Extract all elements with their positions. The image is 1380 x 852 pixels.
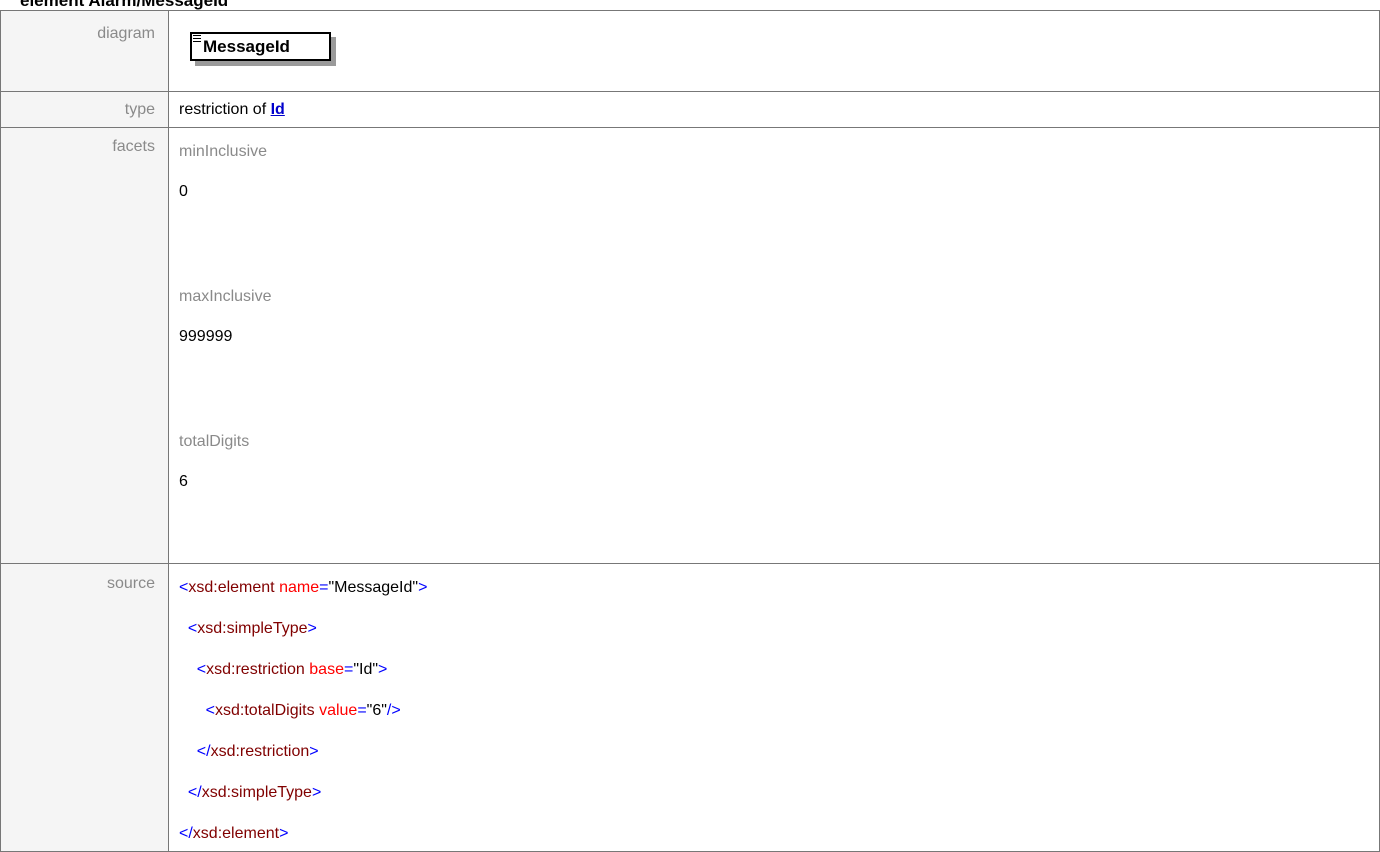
type-text: restriction of: [179, 101, 271, 118]
xml-attribute-name: base: [309, 661, 344, 678]
facets-label: facets: [0, 127, 169, 564]
source-line: </xsd:element>: [179, 810, 1379, 851]
source-row: source <xsd:element name="MessageId"> <x…: [0, 563, 1380, 852]
source-line: <xsd:element name="MessageId">: [179, 564, 1379, 605]
xml-bracket: </: [187, 784, 202, 801]
type-link[interactable]: Id: [271, 101, 285, 118]
xml-bracket: <: [179, 579, 189, 596]
xml-bracket: >: [311, 784, 322, 801]
page-title-prefix: element: [20, 0, 89, 10]
source-line: <xsd:simpleType>: [179, 605, 1379, 646]
element-box-name: MessageId: [203, 37, 290, 56]
xml-tag-name: xsd:totalDigits: [215, 702, 315, 719]
xml-bracket: <: [205, 702, 216, 719]
facet-value: 6: [179, 473, 188, 490]
facet-item: maxInclusive 999999: [179, 288, 1379, 418]
xml-equals: =: [343, 661, 354, 678]
xml-attribute-value: "MessageId": [328, 579, 419, 596]
xml-attribute-name: value: [319, 702, 358, 719]
facets-cell: minInclusive 0 maxInclusive 999999 total…: [168, 127, 1380, 564]
xml-attribute-value: "6": [366, 702, 387, 719]
xml-bracket: <: [196, 661, 207, 678]
facet-item: totalDigits 6: [179, 433, 1379, 563]
xml-bracket: </: [196, 743, 211, 760]
xml-tag-name: xsd:simpleType: [201, 784, 312, 801]
facet-name: minInclusive: [179, 143, 268, 160]
xml-bracket: >: [309, 743, 319, 760]
diagram-row: diagram MessageId: [0, 10, 1380, 92]
xml-bracket: >: [279, 825, 289, 842]
xml-tag-name: xsd:element: [192, 825, 280, 842]
facet-value: 999999: [179, 328, 233, 345]
documentation-icon: [193, 35, 201, 43]
xml-tag-name: xsd:element: [188, 579, 275, 596]
source-line: <xsd:totalDigits value="6"/>: [179, 687, 1379, 728]
xml-tag-name: xsd:restriction: [206, 661, 305, 678]
source-line: </xsd:simpleType>: [179, 769, 1379, 810]
xml-bracket: <: [187, 620, 198, 637]
xml-bracket: </: [179, 825, 193, 842]
xml-bracket: >: [418, 579, 428, 596]
xml-tag-name: xsd:restriction: [210, 743, 310, 760]
facet-value: 0: [179, 183, 188, 200]
element-diagram-box[interactable]: MessageId: [190, 32, 338, 68]
page-title-name: Alarm/MessageId: [88, 0, 229, 10]
type-row: type restriction of Id: [0, 91, 1380, 128]
type-cell: restriction of Id: [168, 91, 1380, 128]
xml-equals: =: [357, 702, 367, 719]
source-label: source: [0, 563, 169, 852]
facets-row: facets minInclusive 0 maxInclusive 99999…: [0, 127, 1380, 564]
xml-attribute-name: name: [279, 579, 320, 596]
xml-tag-name: xsd:simpleType: [197, 620, 308, 637]
source-cell: <xsd:element name="MessageId"> <xsd:simp…: [168, 563, 1380, 852]
xml-attribute-value: "Id": [353, 661, 379, 678]
xml-bracket: />: [386, 702, 401, 719]
xml-bracket: >: [378, 661, 388, 678]
source-line: <xsd:restriction base="Id">: [179, 646, 1379, 687]
diagram-cell: MessageId: [168, 10, 1380, 92]
facet-name: maxInclusive: [179, 288, 272, 305]
facet-name: totalDigits: [179, 433, 250, 450]
element-doc-table: diagram MessageId type restriction of Id…: [0, 10, 1380, 852]
diagram-label: diagram: [0, 10, 169, 92]
xml-bracket: >: [307, 620, 317, 637]
facet-item: minInclusive 0: [179, 143, 1379, 273]
element-box-shadow: [195, 61, 336, 66]
source-line: </xsd:restriction>: [179, 728, 1379, 769]
type-label: type: [0, 91, 169, 128]
